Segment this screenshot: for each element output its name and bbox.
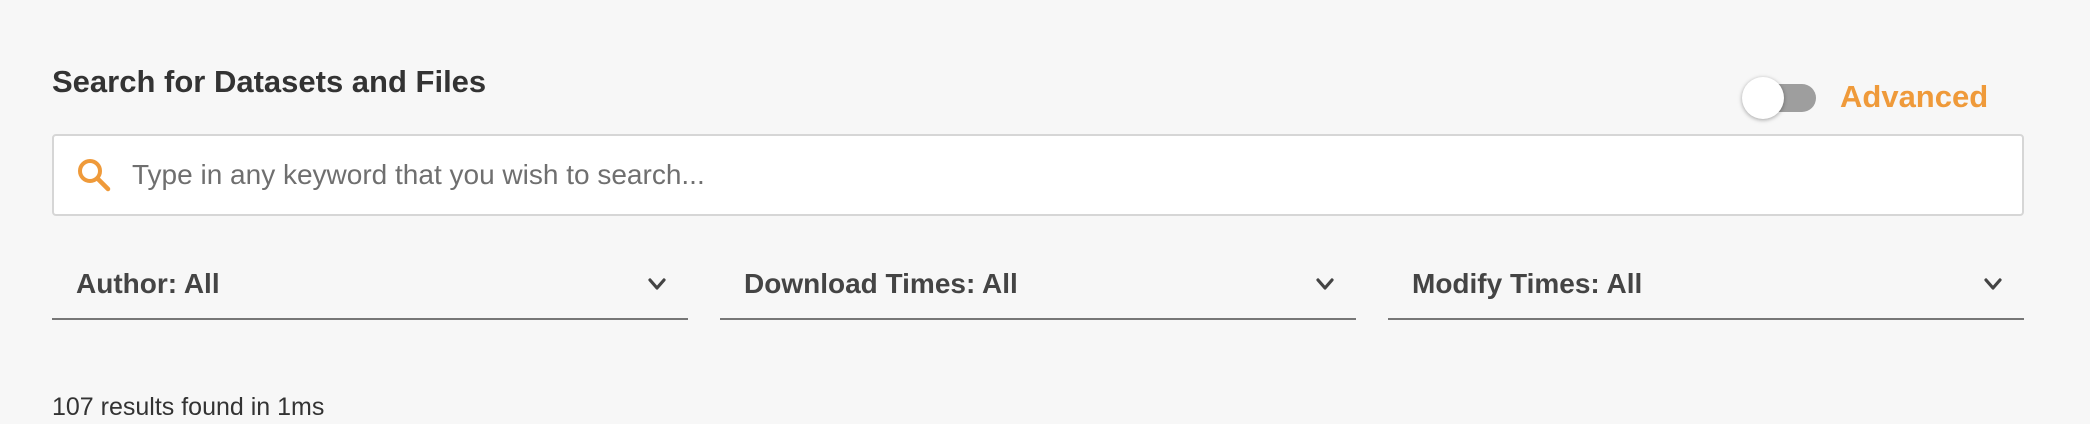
download-times-filter[interactable]: Download Times: All (720, 250, 1356, 320)
search-icon (76, 157, 112, 193)
modify-times-filter-label: Modify Times: All (1412, 268, 1643, 299)
advanced-toggle[interactable]: Advanced (1742, 74, 1988, 120)
chevron-down-icon[interactable] (646, 273, 668, 295)
toggle-knob[interactable] (1742, 77, 1784, 119)
author-filter[interactable]: Author: All (52, 250, 688, 320)
modify-times-filter[interactable]: Modify Times: All (1388, 250, 2024, 320)
filter-bar: Author: All Download Times: All Modify T… (52, 250, 2024, 320)
chevron-down-icon[interactable] (1314, 273, 1336, 295)
download-times-filter-label: Download Times: All (744, 268, 1018, 299)
search-input[interactable] (130, 144, 2002, 206)
results-summary: 107 results found in 1ms (52, 393, 325, 421)
author-filter-label: Author: All (76, 268, 220, 299)
page-title: Search for Datasets and Files (52, 64, 487, 99)
toggle-switch[interactable] (1742, 74, 1820, 120)
search-bar[interactable] (52, 134, 2024, 216)
chevron-down-icon[interactable] (1982, 273, 2004, 295)
advanced-label[interactable]: Advanced (1840, 75, 1988, 119)
